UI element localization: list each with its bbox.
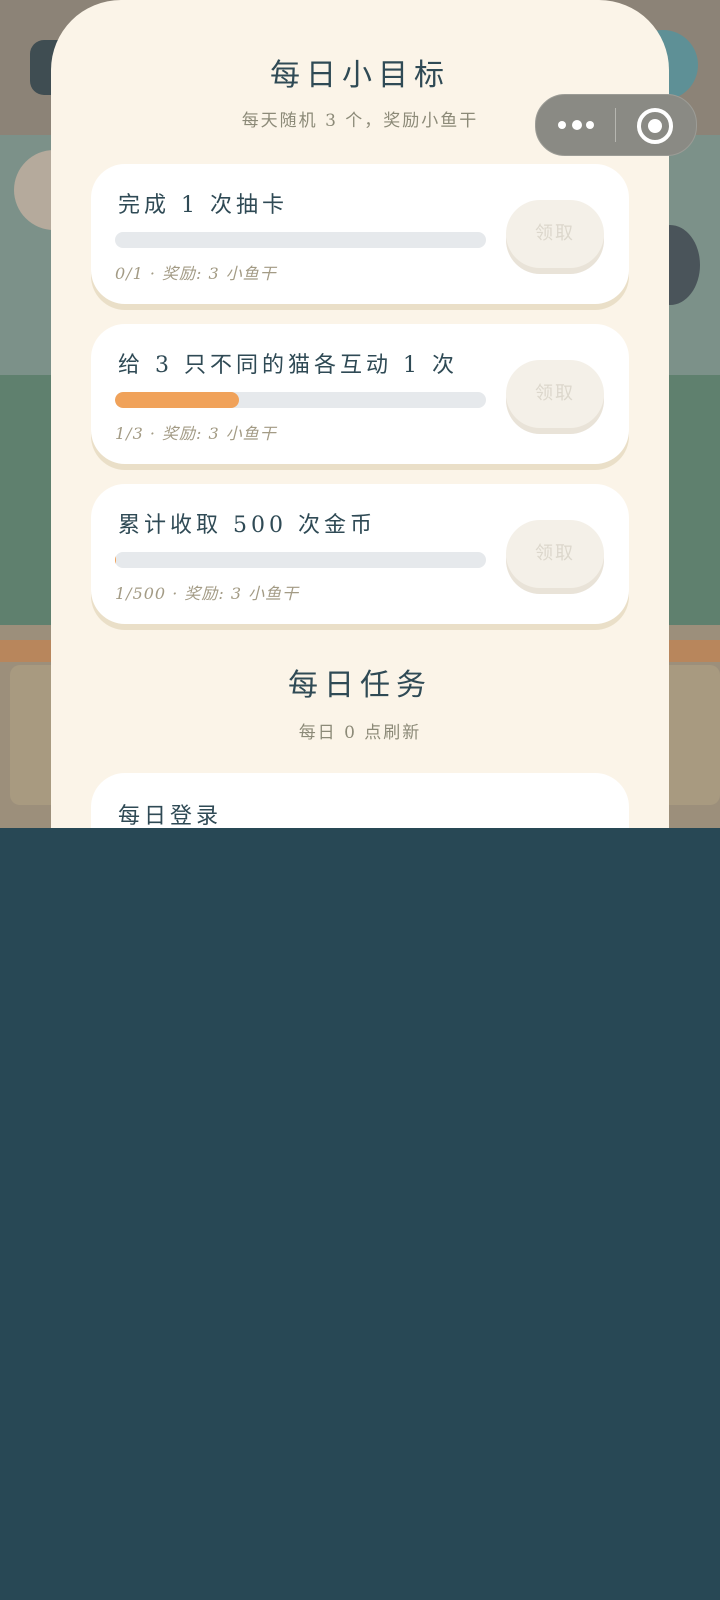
goal-card: 累计收取 500 次金币 1/500 · 奖励: 3 小鱼干 领取 xyxy=(91,484,629,624)
goal-progress-track xyxy=(115,552,486,568)
daily-tasks-title: 每日任务 xyxy=(288,668,432,703)
goal-card: 完成 1 次抽卡 0/1 · 奖励: 3 小鱼干 领取 xyxy=(91,164,629,304)
bottom-background xyxy=(0,828,720,1600)
goal-progress-fill xyxy=(115,552,116,568)
daily-task-title: 每日登录 xyxy=(118,804,223,828)
goal-title: 完成 1 次抽卡 xyxy=(118,193,288,218)
goal-progress-fill xyxy=(115,392,239,408)
screen: 每日小目标 每天随机 3 个，奖励小鱼干 完成 1 次抽卡 0/1 · 奖励: … xyxy=(0,0,720,1600)
more-button[interactable] xyxy=(536,95,615,155)
goal-meta: 0/1 · 奖励: 3 小鱼干 xyxy=(115,264,277,283)
goal-meta: 1/500 · 奖励: 3 小鱼干 xyxy=(115,584,300,603)
miniprogram-capsule xyxy=(535,94,697,156)
goal-card: 给 3 只不同的猫各互动 1 次 1/3 · 奖励: 3 小鱼干 领取 xyxy=(91,324,629,464)
daily-task-card: 每日登录 xyxy=(91,773,629,828)
goal-title: 给 3 只不同的猫各互动 1 次 xyxy=(118,353,458,378)
goal-progress-track xyxy=(115,232,486,248)
claim-button[interactable]: 领取 xyxy=(506,360,604,428)
claim-button[interactable]: 领取 xyxy=(506,200,604,268)
goal-meta: 1/3 · 奖励: 3 小鱼干 xyxy=(115,424,277,443)
goal-title: 累计收取 500 次金币 xyxy=(118,513,376,538)
goals-title: 每日小目标 xyxy=(270,58,450,93)
goal-progress-track xyxy=(115,392,486,408)
target-close-icon xyxy=(637,108,673,144)
more-dots-icon xyxy=(558,120,594,130)
daily-tasks-subtitle: 每日 0 点刷新 xyxy=(298,723,422,743)
close-miniprogram-button[interactable] xyxy=(616,95,696,155)
claim-button[interactable]: 领取 xyxy=(506,520,604,588)
